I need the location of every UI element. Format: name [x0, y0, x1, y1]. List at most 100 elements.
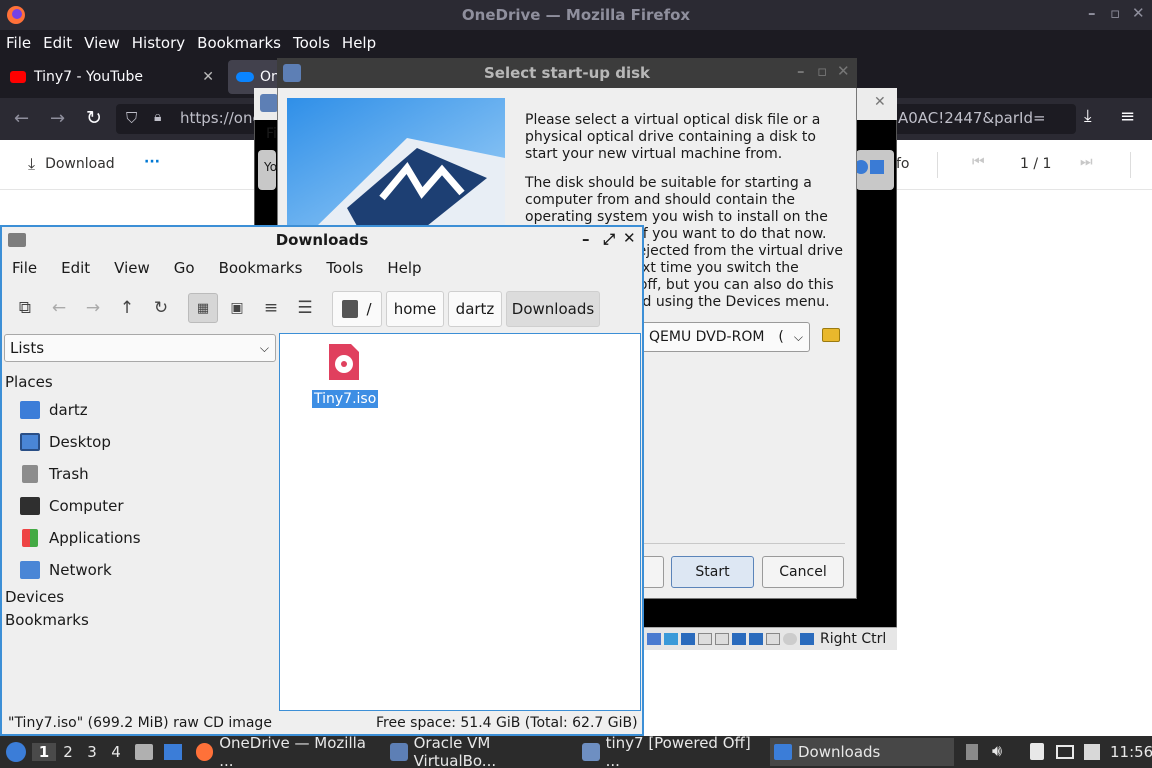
- bookmarks-heading: Bookmarks: [5, 611, 89, 629]
- show-desktop-icon[interactable]: [164, 744, 182, 760]
- minimize-icon[interactable]: –: [1088, 4, 1096, 22]
- more-actions-button[interactable]: ···: [144, 154, 160, 170]
- clock: 11:56: [1110, 743, 1152, 761]
- chevron-down-icon: ⌵: [259, 340, 269, 355]
- icon-view-icon[interactable]: ▦: [188, 293, 218, 323]
- thumbnail-view-icon[interactable]: ▣: [222, 293, 252, 323]
- divider: [1130, 152, 1131, 178]
- maximize-icon[interactable]: ⤢: [603, 230, 615, 248]
- forward-icon[interactable]: →: [78, 293, 108, 323]
- download-icon[interactable]: ⤓: [1084, 106, 1092, 126]
- new-tab-icon[interactable]: ⧉: [10, 293, 40, 323]
- place-trash[interactable]: Trash: [20, 461, 89, 487]
- reload-icon[interactable]: ↻: [86, 107, 102, 129]
- menu-edit[interactable]: Edit: [43, 34, 72, 52]
- breadcrumb-downloads[interactable]: Downloads: [506, 291, 600, 327]
- place-desktop[interactable]: Desktop: [20, 429, 111, 455]
- start-menu-icon[interactable]: [6, 742, 26, 762]
- menu-help[interactable]: Help: [387, 259, 421, 277]
- first-page-icon[interactable]: ⏮: [972, 154, 985, 170]
- reload-icon[interactable]: ↻: [146, 293, 176, 323]
- tab-close-icon[interactable]: ✕: [202, 69, 214, 85]
- menu-bookmarks[interactable]: Bookmarks: [219, 259, 303, 277]
- file-manager-launcher-icon[interactable]: [135, 744, 153, 760]
- file-item[interactable]: Tiny7.iso: [310, 340, 380, 408]
- place-applications[interactable]: Applications: [20, 525, 141, 551]
- menu-help[interactable]: Help: [342, 34, 376, 52]
- task-firefox[interactable]: OneDrive — Mozilla ...: [192, 734, 378, 768]
- place-home[interactable]: dartz: [20, 397, 88, 423]
- place-network[interactable]: Network: [20, 557, 112, 583]
- hamburger-menu-icon[interactable]: ≡: [1120, 106, 1135, 127]
- compact-view-icon[interactable]: ≡: [256, 293, 286, 323]
- message-icon[interactable]: [870, 160, 884, 174]
- cpu-icon[interactable]: [783, 633, 797, 645]
- menu-bookmarks[interactable]: Bookmarks: [197, 34, 281, 52]
- menu-tools[interactable]: Tools: [293, 34, 330, 52]
- clipboard-icon[interactable]: [966, 744, 978, 760]
- start-button[interactable]: Start: [671, 556, 754, 588]
- volume-icon[interactable]: 🔊︎: [992, 741, 1002, 761]
- last-page-icon[interactable]: ⏭: [1080, 154, 1093, 170]
- vm-notify-panel: [854, 150, 894, 190]
- back-icon[interactable]: ←: [44, 293, 74, 323]
- recording-icon[interactable]: [766, 633, 780, 645]
- task-virtualbox-manager[interactable]: Oracle VM VirtualBo...: [386, 734, 574, 768]
- drive-suffix: (: [778, 329, 784, 345]
- tab-youtube[interactable]: Tiny7 - YouTube ✕: [4, 60, 222, 94]
- task-tiny7-vm[interactable]: tiny7 [Powered Off] ...: [578, 734, 766, 768]
- tracking-shield-icon[interactable]: ⛉: [126, 109, 137, 127]
- system-icon[interactable]: [1084, 744, 1100, 760]
- file-view[interactable]: Tiny7.iso: [279, 333, 641, 711]
- shared-folder-icon[interactable]: [732, 633, 746, 645]
- usb-icon[interactable]: [715, 633, 729, 645]
- dialog-paragraph-1: Please select a virtual optical disk fil…: [525, 112, 821, 162]
- virtualbox-icon: [260, 94, 278, 112]
- audio-icon[interactable]: [681, 633, 695, 645]
- close-icon[interactable]: ✕: [1132, 4, 1145, 22]
- choose-disk-file-icon[interactable]: [822, 328, 840, 342]
- cancel-button[interactable]: Cancel: [762, 556, 844, 588]
- free-space-info: Free space: 51.4 GiB (Total: 62.7 GiB): [376, 715, 638, 731]
- task-downloads[interactable]: Downloads: [770, 738, 954, 766]
- detailed-list-icon[interactable]: ☰: [290, 293, 320, 323]
- download-button[interactable]: ⤓ Download: [28, 154, 115, 174]
- vm-close-icon[interactable]: ✕: [874, 94, 886, 110]
- menu-view[interactable]: View: [114, 259, 150, 277]
- back-icon[interactable]: ←: [14, 108, 29, 129]
- breadcrumb-root[interactable]: /: [332, 291, 382, 327]
- notes-icon[interactable]: [1030, 743, 1044, 760]
- close-icon[interactable]: ✕: [837, 62, 850, 80]
- menu-edit[interactable]: Edit: [61, 259, 90, 277]
- minimize-icon[interactable]: –: [582, 230, 590, 248]
- workspace-1[interactable]: 1: [32, 743, 56, 761]
- maximize-icon[interactable]: ▫: [1110, 4, 1120, 22]
- workspace-2[interactable]: 2: [56, 743, 80, 761]
- workspace-3[interactable]: 3: [80, 743, 104, 761]
- menu-view[interactable]: View: [84, 34, 120, 52]
- network-status-icon[interactable]: [698, 633, 712, 645]
- menu-file[interactable]: File: [12, 259, 37, 277]
- keyboard-capture-icon[interactable]: [800, 633, 814, 645]
- vm-menu-fragment[interactable]: Fi: [266, 126, 277, 142]
- side-pane-mode-select[interactable]: Lists ⌵: [4, 334, 276, 362]
- maximize-icon[interactable]: ▫: [817, 62, 827, 80]
- menu-go[interactable]: Go: [174, 259, 195, 277]
- display-icon[interactable]: [749, 633, 763, 645]
- screen-icon[interactable]: [1056, 745, 1074, 759]
- minimize-icon[interactable]: –: [797, 62, 805, 80]
- host-key-label: Right Ctrl: [820, 631, 887, 647]
- info-fragment[interactable]: fo: [896, 156, 910, 172]
- forward-icon[interactable]: →: [50, 108, 65, 129]
- breadcrumb-dartz[interactable]: dartz: [448, 291, 502, 327]
- disk-icon[interactable]: [647, 633, 661, 645]
- close-icon[interactable]: ✕: [623, 229, 636, 247]
- breadcrumb-home[interactable]: home: [386, 291, 444, 327]
- up-icon[interactable]: ↑: [112, 293, 142, 323]
- menu-file[interactable]: File: [6, 34, 31, 52]
- workspace-4[interactable]: 4: [104, 743, 128, 761]
- menu-history[interactable]: History: [132, 34, 185, 52]
- optical-drive-icon[interactable]: [664, 633, 678, 645]
- menu-tools[interactable]: Tools: [326, 259, 363, 277]
- place-computer[interactable]: Computer: [20, 493, 124, 519]
